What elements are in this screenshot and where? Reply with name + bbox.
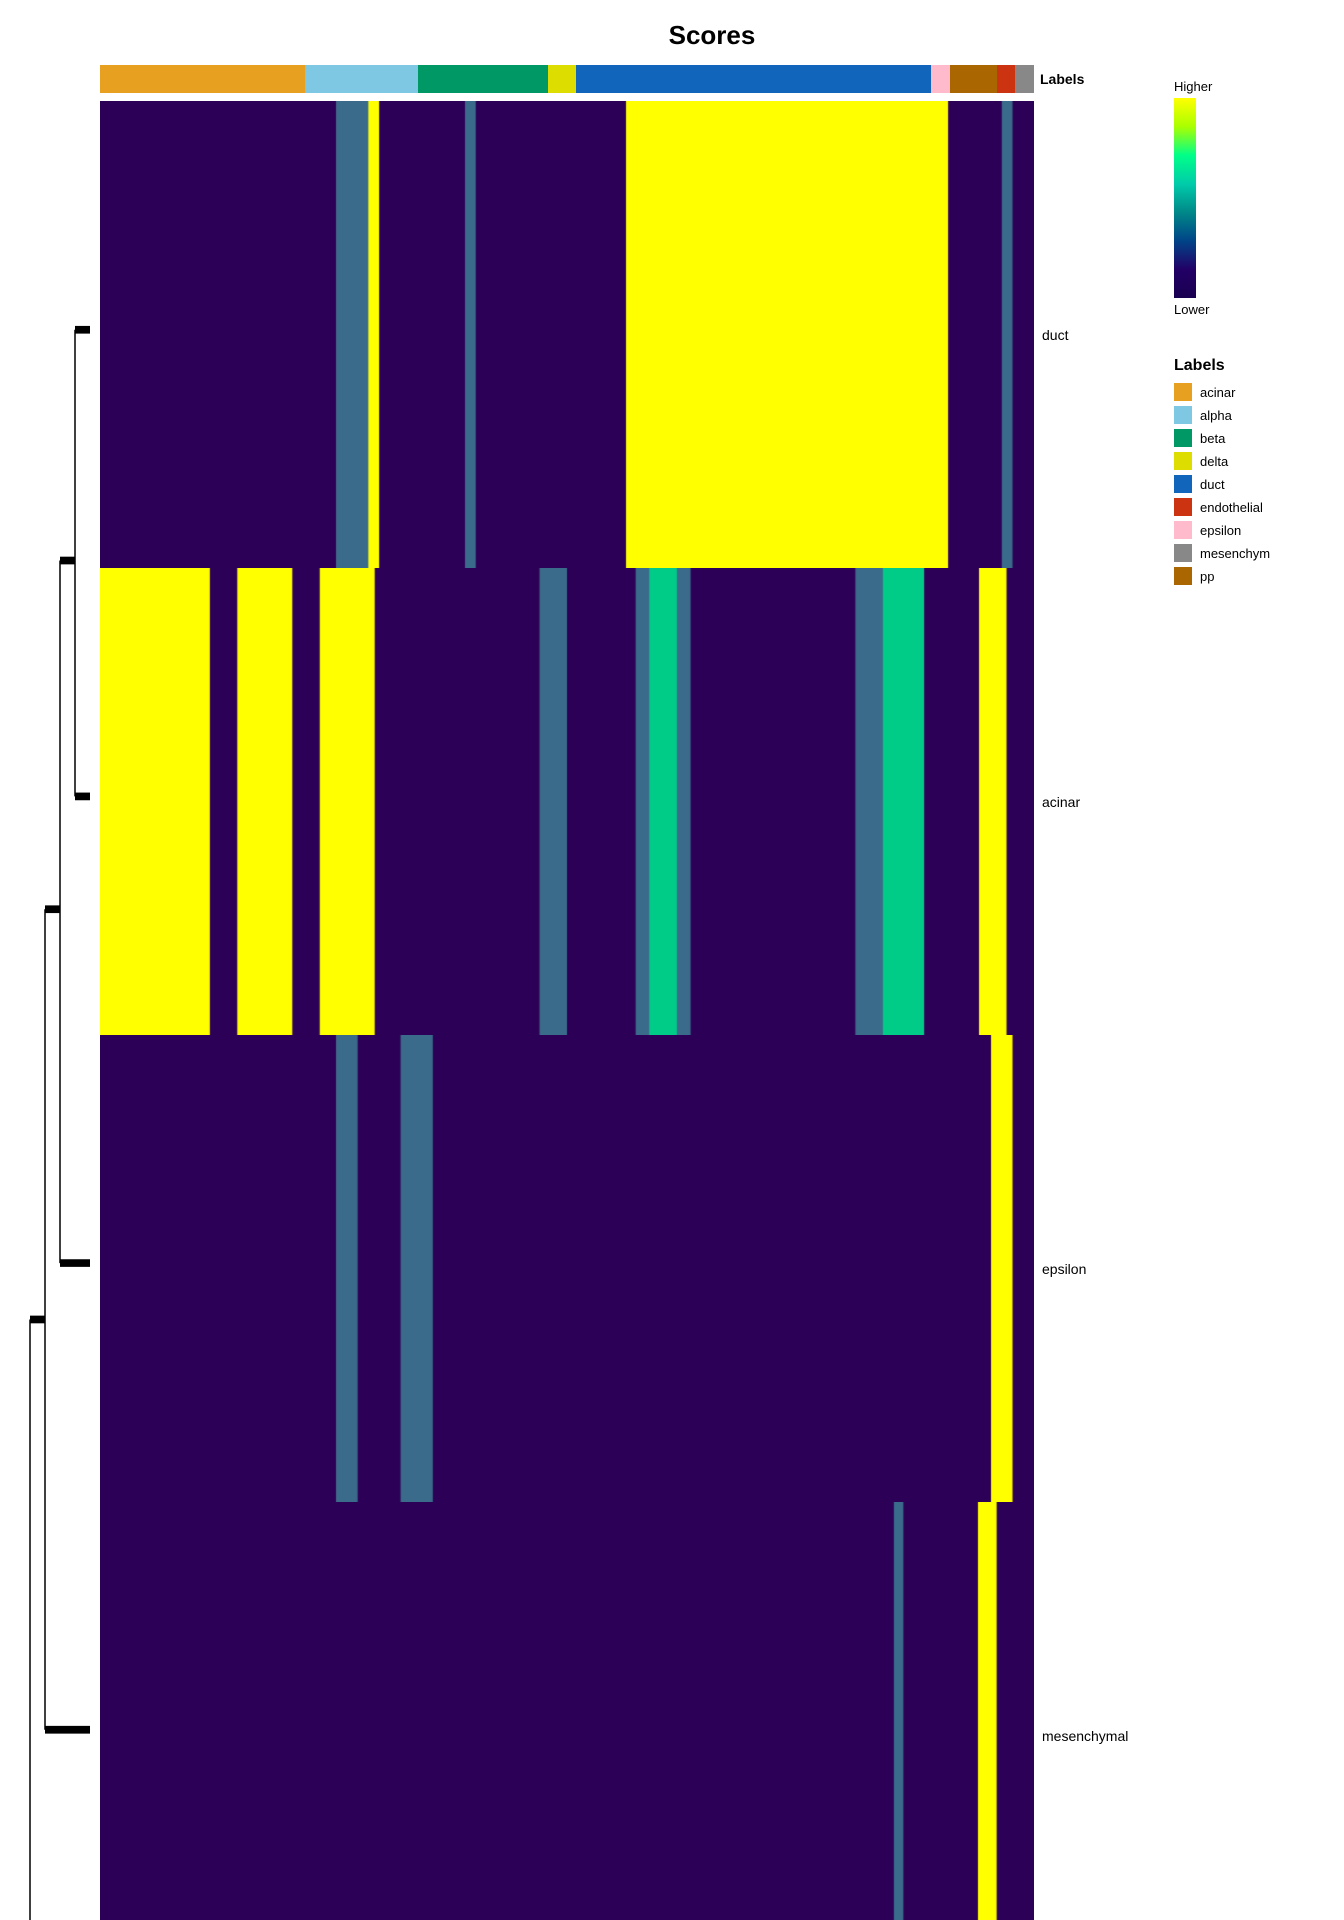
right-panel: Labels ductacinarepsilonmesenchymalendot… — [100, 59, 1144, 1920]
top-bar-label: Labels — [1034, 71, 1144, 87]
legend-color — [1174, 406, 1192, 424]
labels-legend: Labels acinar alpha beta delta duct endotheli… — [1174, 357, 1324, 590]
row-label: acinar — [1034, 794, 1144, 810]
legend-item: endothelial — [1174, 498, 1324, 516]
heatmap-row-canvas — [100, 1035, 1034, 1502]
legend-color — [1174, 475, 1192, 493]
legend-item-label: alpha — [1200, 408, 1232, 423]
color-scale: Higher Lower — [1174, 79, 1324, 317]
top-bar-row: Labels — [100, 59, 1144, 99]
gradient-labels — [1196, 98, 1202, 298]
legend-item: beta — [1174, 429, 1324, 447]
legend-item: pp — [1174, 567, 1324, 585]
labels-legend-title: Labels — [1174, 357, 1324, 375]
heatmap-rows: ductacinarepsilonmesenchymalendotheliala… — [100, 101, 1144, 1920]
right-legend: Higher Lower Labels acinar alpha beta delta… — [1144, 59, 1324, 1920]
main-container: Scores — [0, 0, 1344, 960]
heatmap-row: acinar — [100, 568, 1144, 1035]
legend-color — [1174, 429, 1192, 447]
legend-item: epsilon — [1174, 521, 1324, 539]
heatmap-row-canvas — [100, 568, 1034, 1035]
legend-item: duct — [1174, 475, 1324, 493]
heatmap-row-canvas — [100, 1502, 1034, 1920]
legend-item-label: beta — [1200, 431, 1225, 446]
gradient-bar — [1174, 98, 1196, 298]
chart-title: Scores — [100, 20, 1324, 51]
heatmap-row: epsilon — [100, 1035, 1144, 1502]
heatmap-row: mesenchymal — [100, 1502, 1144, 1920]
top-color-bar — [100, 65, 1034, 93]
legend-item: mesenchym — [1174, 544, 1324, 562]
row-label: epsilon — [1034, 1261, 1144, 1277]
legend-item: acinar — [1174, 383, 1324, 401]
heatmap-row: duct — [100, 101, 1144, 568]
legend-item-label: duct — [1200, 477, 1225, 492]
legend-color — [1174, 567, 1192, 585]
row-label: duct — [1034, 327, 1144, 343]
legend-color — [1174, 498, 1192, 516]
row-label: mesenchymal — [1034, 1728, 1144, 1744]
legend-item: alpha — [1174, 406, 1324, 424]
left-dendrogram — [20, 99, 100, 1920]
higher-label: Higher — [1174, 79, 1212, 94]
legend-color — [1174, 521, 1192, 539]
legend-color — [1174, 383, 1192, 401]
heatmap-row-canvas — [100, 101, 1034, 568]
legend-item-label: epsilon — [1200, 523, 1241, 538]
lower-label: Lower — [1174, 302, 1209, 317]
legend-color — [1174, 544, 1192, 562]
legend-item-label: pp — [1200, 569, 1214, 584]
legend-item-label: endothelial — [1200, 500, 1263, 515]
heatmap-with-dendrogram: Labels duct acinar epsilon mesenchymal endot… — [20, 59, 1324, 1920]
legend-item-label: mesenchym — [1200, 546, 1270, 561]
gradient-bar-container — [1174, 98, 1202, 298]
chart-area: Scores — [20, 20, 1324, 940]
legend-color — [1174, 452, 1192, 470]
legend-item-label: delta — [1200, 454, 1228, 469]
legend-item: delta — [1174, 452, 1324, 470]
legend-item-label: acinar — [1200, 385, 1235, 400]
